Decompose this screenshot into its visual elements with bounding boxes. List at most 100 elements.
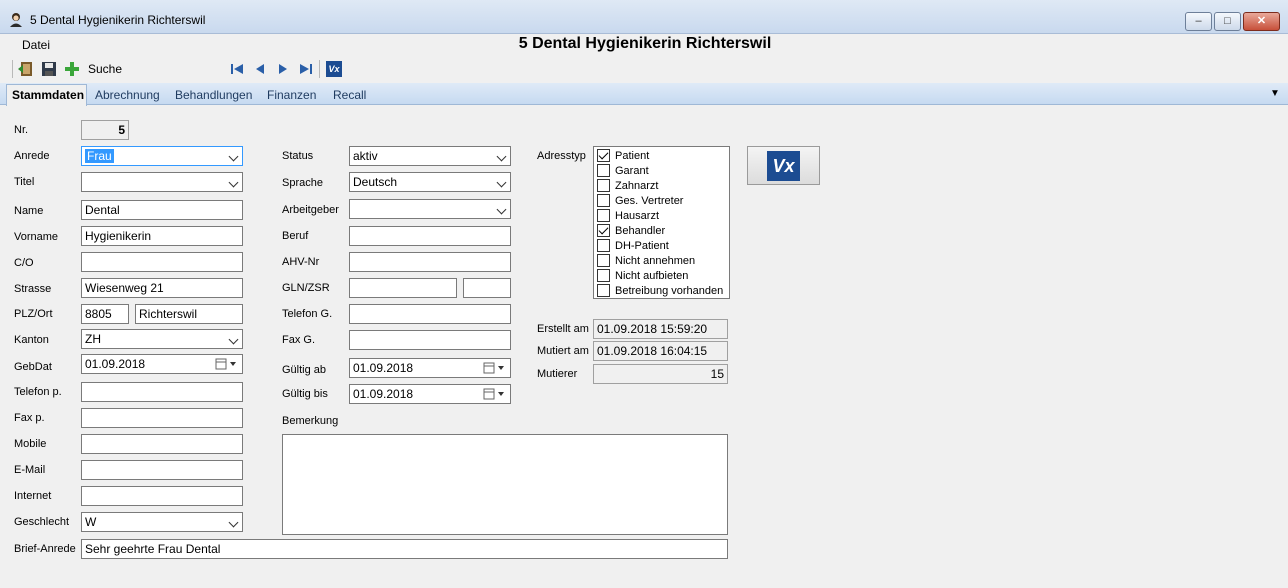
adresstyp-item-behandler[interactable]: Behandler [597, 223, 665, 238]
anrede-label: Anrede [14, 150, 50, 162]
adresstyp-item-nicht-annehmen[interactable]: Nicht annehmen [597, 253, 695, 268]
zsr-input[interactable] [463, 278, 511, 298]
sprache-select[interactable]: Deutsch [349, 172, 511, 192]
gueltig-ab-value: 01.09.2018 [353, 361, 414, 375]
bemerkung-textarea[interactable] [282, 434, 728, 535]
ort-input[interactable]: Richterswil [135, 304, 243, 324]
tab-abrechnung[interactable]: Abrechnung [95, 88, 160, 102]
calendar-dropdown-icon[interactable] [483, 388, 507, 400]
plz-input[interactable]: 8805 [81, 304, 129, 324]
close-button[interactable]: ✕ [1243, 12, 1280, 31]
checkbox[interactable] [597, 239, 610, 252]
beruf-label: Beruf [282, 230, 309, 242]
telefon-g-input[interactable] [349, 304, 511, 324]
status-label: Status [282, 150, 314, 162]
checkbox[interactable] [597, 269, 610, 282]
adresstyp-label: Adresstyp [537, 150, 586, 162]
name-input[interactable]: Dental [81, 200, 243, 220]
menu-datei[interactable]: Datei [22, 38, 50, 52]
arbeitgeber-label: Arbeitgeber [282, 204, 339, 216]
checkbox[interactable] [597, 164, 610, 177]
titel-select[interactable] [81, 172, 243, 192]
maximize-button[interactable]: □ [1214, 12, 1241, 31]
previous-record-icon[interactable] [252, 61, 268, 77]
telefon-p-label: Telefon p. [14, 386, 62, 398]
calendar-dropdown-icon[interactable] [215, 358, 239, 370]
calendar-dropdown-icon[interactable] [483, 362, 507, 374]
gueltig-bis-label: Gültig bis [282, 388, 328, 400]
adresstyp-item-label: Nicht annehmen [615, 254, 696, 267]
kanton-select[interactable]: ZH [81, 329, 243, 349]
tab-menu-arrow-icon[interactable]: ▼ [1270, 88, 1280, 99]
add-icon[interactable] [64, 61, 80, 77]
next-record-icon[interactable] [275, 61, 291, 77]
exit-icon[interactable] [18, 61, 34, 77]
user-avatar-icon [10, 13, 22, 27]
adresstyp-item-label: DH-Patient [615, 239, 669, 252]
adresstyp-item-nicht-aufbieten[interactable]: Nicht aufbieten [597, 268, 688, 283]
geschlecht-label: Geschlecht [14, 516, 70, 528]
checkbox[interactable] [597, 179, 610, 192]
checkbox-checked[interactable] [597, 224, 610, 237]
adresstyp-item-dh-patient[interactable]: DH-Patient [597, 238, 669, 253]
strasse-input[interactable]: Wiesenweg 21 [81, 278, 243, 298]
anrede-select[interactable]: Frau [81, 146, 243, 166]
telefon-g-label: Telefon G. [282, 308, 333, 320]
status-select[interactable]: aktiv [349, 146, 511, 166]
vorname-input[interactable]: Hygienikerin [81, 226, 243, 246]
nr-field: 5 [81, 120, 129, 140]
checkbox[interactable] [597, 254, 610, 267]
arbeitgeber-select[interactable] [349, 199, 511, 219]
tab-behandlungen[interactable]: Behandlungen [175, 88, 252, 102]
adresstyp-item-garant[interactable]: Garant [597, 163, 649, 178]
vx-icon[interactable]: Vx [326, 61, 342, 77]
ahv-input[interactable] [349, 252, 511, 272]
co-label: C/O [14, 257, 34, 269]
minimize-button[interactable]: – [1185, 12, 1212, 31]
gebdat-value: 01.09.2018 [85, 357, 146, 371]
checkbox[interactable] [597, 194, 610, 207]
fax-p-input[interactable] [81, 408, 243, 428]
tab-recall[interactable]: Recall [333, 88, 366, 102]
tab-stammdaten[interactable]: Stammdaten [12, 88, 84, 102]
brief-anrede-label: Brief-Anrede [14, 543, 76, 555]
checkbox[interactable] [597, 209, 610, 222]
fax-g-input[interactable] [349, 330, 511, 350]
gueltig-bis-value: 01.09.2018 [353, 387, 414, 401]
gueltig-ab-label: Gültig ab [282, 364, 327, 376]
tab-finanzen[interactable]: Finanzen [267, 88, 316, 102]
co-input[interactable] [81, 252, 243, 272]
vorname-label: Vorname [14, 231, 59, 243]
adresstyp-item-label: Patient [615, 149, 650, 162]
adresstyp-checklist[interactable]: Patient Garant Zahnarzt Ges. Vertreter H… [593, 146, 730, 299]
geschlecht-select[interactable]: W [81, 512, 243, 532]
gebdat-label: GebDat [14, 361, 52, 373]
telefon-p-input[interactable] [81, 382, 243, 402]
adresstyp-item-ges-vertreter[interactable]: Ges. Vertreter [597, 193, 683, 208]
save-icon[interactable] [41, 61, 57, 77]
search-button[interactable]: Suche [88, 62, 122, 76]
mutierer-label: Mutierer [537, 368, 578, 380]
beruf-input[interactable] [349, 226, 511, 246]
internet-input[interactable] [81, 486, 243, 506]
mobile-input[interactable] [81, 434, 243, 454]
fax-p-label: Fax p. [14, 412, 45, 424]
adresstyp-item-hausarzt[interactable]: Hausarzt [597, 208, 659, 223]
internet-label: Internet [14, 490, 52, 502]
adresstyp-item-zahnarzt[interactable]: Zahnarzt [597, 178, 658, 193]
adresstyp-item-patient[interactable]: Patient [597, 148, 649, 163]
last-record-icon[interactable] [298, 61, 314, 77]
checkbox[interactable] [597, 284, 610, 297]
gebdat-datepicker[interactable]: 01.09.2018 [81, 354, 243, 374]
nr-label: Nr. [14, 124, 29, 136]
gueltig-ab-datepicker[interactable]: 01.09.2018 [349, 358, 511, 378]
fax-g-label: Fax G. [282, 334, 316, 346]
first-record-icon[interactable] [229, 61, 245, 77]
gln-input[interactable] [349, 278, 457, 298]
adresstyp-item-betreibung[interactable]: Betreibung vorhanden [597, 283, 723, 298]
email-input[interactable] [81, 460, 243, 480]
brief-anrede-input[interactable]: Sehr geehrte Frau Dental [81, 539, 728, 559]
checkbox-checked[interactable] [597, 149, 610, 162]
vx-button[interactable]: Vx [747, 146, 820, 185]
gueltig-bis-datepicker[interactable]: 01.09.2018 [349, 384, 511, 404]
